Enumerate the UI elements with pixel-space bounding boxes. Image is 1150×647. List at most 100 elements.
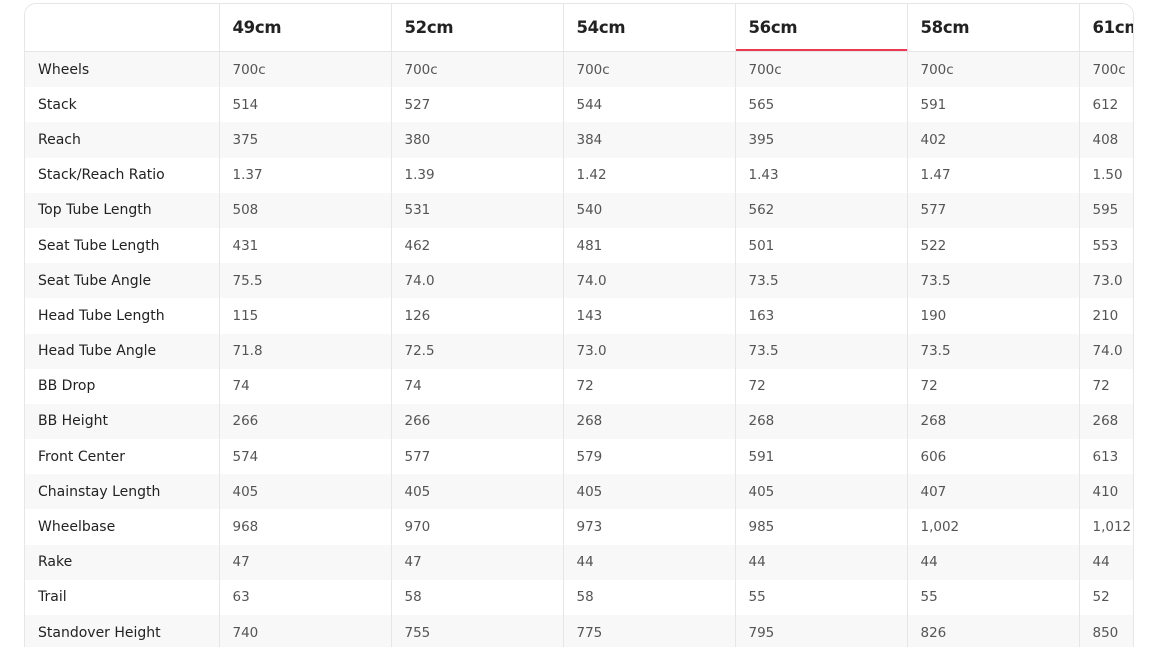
table-row: Chainstay Length 405 405 405 405 407 410: [25, 474, 1133, 510]
table-row: Top Tube Length 508 531 540 562 577 595: [25, 192, 1133, 228]
table-cell: 574: [218, 439, 391, 475]
row-label: Wheelbase: [25, 509, 219, 545]
table-cell: 1.39: [390, 157, 563, 193]
table-cell: 973: [562, 509, 735, 545]
row-label: Head Tube Length: [25, 298, 219, 334]
row-label: Reach: [25, 122, 219, 158]
table-cell: 462: [390, 227, 563, 264]
table-row: Reach 375 380 384 395 402 408: [25, 122, 1133, 158]
table-cell: 44: [734, 544, 907, 580]
table-cell: 52: [1078, 579, 1133, 615]
table-cell: 395: [734, 122, 907, 158]
table-cell: 700c: [906, 51, 1079, 88]
row-label: BB Drop: [25, 368, 219, 404]
table-cell: 565: [734, 87, 907, 123]
table-cell: 44: [1078, 544, 1133, 580]
table-cell: 405: [390, 474, 563, 510]
table-cell: 210: [1078, 298, 1133, 334]
table-cell: 1.50: [1078, 157, 1133, 193]
table-cell: 410: [1078, 474, 1133, 510]
size-column-header[interactable]: 49cm: [218, 4, 391, 52]
table-row: Seat Tube Length 431 462 481 501 522 553: [25, 227, 1133, 264]
row-label: BB Height: [25, 403, 219, 440]
table-cell: 402: [906, 122, 1079, 158]
geometry-table-container[interactable]: 49cm 52cm 54cm 56cm 58cm 61cm Wheels 700c…: [24, 3, 1134, 647]
row-label: Top Tube Length: [25, 192, 219, 228]
table-cell: 562: [734, 192, 907, 228]
table-row: Stack 514 527 544 565 591 612: [25, 87, 1133, 123]
geometry-table: 49cm 52cm 54cm 56cm 58cm 61cm Wheels 700c…: [25, 4, 1133, 647]
table-cell: 1,012: [1078, 509, 1133, 545]
table-cell: 74.0: [562, 263, 735, 299]
table-cell: 115: [218, 298, 391, 334]
table-row: Seat Tube Angle 75.5 74.0 74.0 73.5 73.5 73.0: [25, 263, 1133, 299]
table-cell: 384: [562, 122, 735, 158]
table-cell: 501: [734, 227, 907, 264]
table-cell: 74: [390, 368, 563, 404]
table-cell: 595: [1078, 192, 1133, 228]
row-label: Stack: [25, 87, 219, 123]
table-cell: 970: [390, 509, 563, 545]
size-column-header[interactable]: 52cm: [390, 4, 563, 52]
row-label: Head Tube Angle: [25, 333, 219, 369]
table-cell: 75.5: [218, 263, 391, 299]
table-row: BB Height 266 266 268 268 268 268: [25, 403, 1133, 440]
table-cell: 72: [906, 368, 1079, 404]
table-cell: 591: [734, 439, 907, 475]
table-cell: 527: [390, 87, 563, 123]
table-cell: 143: [562, 298, 735, 334]
table-cell: 481: [562, 227, 735, 264]
row-label: Front Center: [25, 439, 219, 475]
table-cell: 613: [1078, 439, 1133, 475]
size-column-header-active[interactable]: 56cm: [734, 4, 907, 52]
table-cell: 380: [390, 122, 563, 158]
table-cell: 44: [562, 544, 735, 580]
table-cell: 55: [734, 579, 907, 615]
table-cell: 190: [906, 298, 1079, 334]
table-row: Rake 47 47 44 44 44 44: [25, 544, 1133, 580]
table-row: Trail 63 58 58 55 55 52: [25, 579, 1133, 615]
table-cell: 850: [1078, 615, 1133, 647]
table-cell: 579: [562, 439, 735, 475]
table-cell: 73.5: [734, 263, 907, 299]
table-cell: 407: [906, 474, 1079, 510]
size-column-header[interactable]: 58cm: [906, 4, 1079, 52]
row-label: Trail: [25, 579, 219, 615]
table-cell: 268: [734, 403, 907, 440]
size-column-header[interactable]: 54cm: [562, 4, 735, 52]
table-cell: 740: [218, 615, 391, 647]
table-cell: 72: [562, 368, 735, 404]
table-cell: 73.0: [1078, 263, 1133, 299]
table-cell: 266: [218, 403, 391, 440]
table-cell: 577: [390, 439, 563, 475]
row-label: Seat Tube Angle: [25, 263, 219, 299]
table-cell: 755: [390, 615, 563, 647]
table-cell: 126: [390, 298, 563, 334]
table-cell: 553: [1078, 227, 1133, 264]
table-cell: 74.0: [390, 263, 563, 299]
table-cell: 606: [906, 439, 1079, 475]
row-label: Seat Tube Length: [25, 227, 219, 264]
row-label: Wheels: [25, 51, 219, 88]
table-cell: 968: [218, 509, 391, 545]
table-cell: 514: [218, 87, 391, 123]
table-cell: 44: [906, 544, 1079, 580]
table-cell: 405: [562, 474, 735, 510]
row-label: Stack/Reach Ratio: [25, 157, 219, 193]
table-cell: 405: [218, 474, 391, 510]
size-column-header[interactable]: 61cm: [1078, 4, 1133, 52]
table-cell: 775: [562, 615, 735, 647]
table-row: Stack/Reach Ratio 1.37 1.39 1.42 1.43 1.47 1.5…: [25, 157, 1133, 193]
table-cell: 268: [562, 403, 735, 440]
table-cell: 73.5: [734, 333, 907, 369]
table-cell: 700c: [562, 51, 735, 88]
table-cell: 826: [906, 615, 1079, 647]
table-cell: 1,002: [906, 509, 1079, 545]
table-row: Wheelbase 968 970 973 985 1,002 1,012: [25, 509, 1133, 545]
header-row: 49cm 52cm 54cm 56cm 58cm 61cm: [25, 4, 1133, 52]
table-cell: 74: [218, 368, 391, 404]
table-cell: 58: [562, 579, 735, 615]
table-row: Front Center 574 577 579 591 606 613: [25, 439, 1133, 475]
table-row: Head Tube Length 115 126 143 163 190 210: [25, 298, 1133, 334]
table-cell: 47: [390, 544, 563, 580]
